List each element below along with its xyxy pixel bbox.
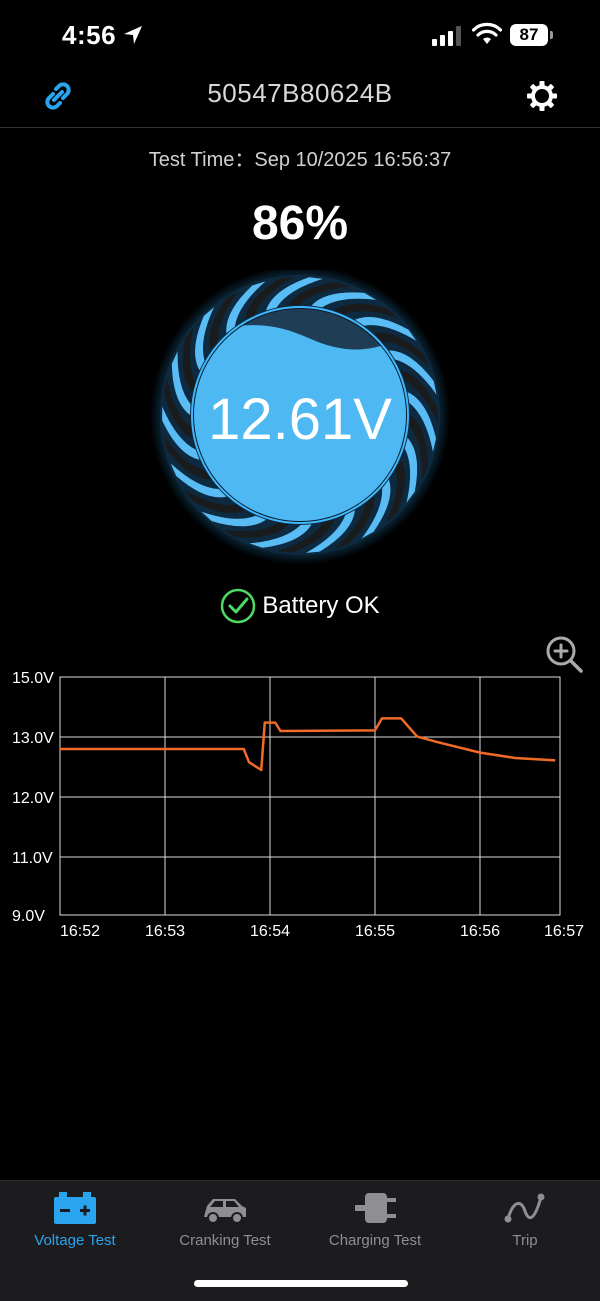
voltage-chart: 15.0V 13.0V 12.0V 11.0V 9.0V 16:52 16:53 16:54… [12, 670, 584, 940]
status-bar-time: 4:56 [62, 20, 117, 50]
voltage-readout: 12.61V [208, 387, 392, 452]
route-icon [504, 1193, 545, 1223]
device-id-title: 50547B80624B [207, 78, 393, 108]
location-arrow-icon [124, 26, 142, 44]
battery-icon [54, 1192, 96, 1224]
check-circle-icon [221, 588, 256, 624]
test-time: Test Time：Sep 10/2025 16:56:37 [148, 149, 452, 171]
car-icon [204, 1199, 246, 1224]
x-tick-label: 16:52 [60, 923, 100, 940]
tab-label: Trip [512, 1232, 538, 1249]
chart-grid [59, 676, 561, 916]
y-tick-label: 12.0V [12, 790, 54, 807]
x-tick-label: 16:53 [145, 923, 185, 940]
tab-label: Charging Test [328, 1232, 422, 1249]
voltage-series-line [60, 717, 556, 772]
plug-icon [355, 1193, 396, 1223]
chart-x-axis: 16:52 16:53 16:54 16:55 16:56 16:57 [60, 923, 584, 940]
y-tick-label: 13.0V [12, 730, 54, 747]
battery-indicator: 87 [510, 24, 548, 46]
battery-status-text: Battery OK [262, 592, 380, 619]
wifi-icon [472, 22, 502, 44]
y-tick-label: 11.0V [12, 850, 53, 867]
x-tick-label: 16:55 [355, 923, 395, 940]
y-tick-label: 9.0V [12, 908, 45, 925]
x-tick-label: 16:56 [460, 923, 500, 940]
y-tick-label: 15.0V [12, 670, 54, 687]
tab-voltage-test[interactable]: Voltage Test [0, 1181, 150, 1281]
tab-cranking-test[interactable]: Cranking Test [150, 1181, 300, 1281]
tab-label: Cranking Test [179, 1232, 271, 1249]
tab-charging-test[interactable]: Charging Test [300, 1181, 450, 1281]
home-indicator [194, 1280, 408, 1287]
battery-status: Battery OK [0, 588, 600, 624]
tab-label: Voltage Test [34, 1232, 116, 1249]
x-tick-label: 16:57 [544, 923, 584, 940]
gear-icon[interactable] [524, 78, 560, 114]
cellular-signal-icon [432, 26, 461, 46]
chart-y-axis: 15.0V 13.0V 12.0V 11.0V 9.0V [12, 670, 54, 925]
charge-percent: 86% [251, 197, 349, 250]
chart-frame [59, 676, 561, 916]
header-divider [0, 127, 600, 128]
tab-trip[interactable]: Trip [450, 1181, 600, 1281]
battery-tip [550, 31, 553, 39]
x-tick-label: 16:54 [250, 923, 290, 940]
